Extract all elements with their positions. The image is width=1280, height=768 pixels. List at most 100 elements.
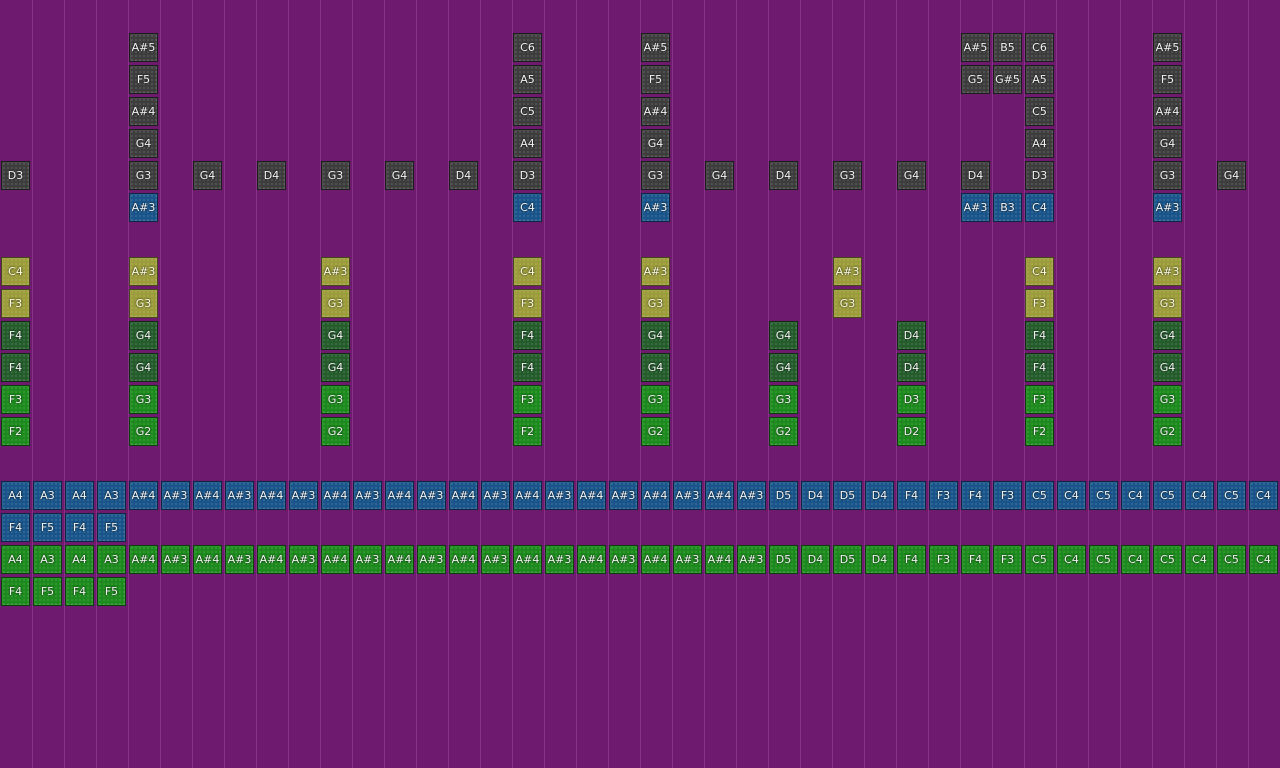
note-cell[interactable]: G3: [129, 385, 158, 414]
note-grid[interactable]: A#5 C6 A#5 A#5 B5 C6 A#5 F5 A5 F5 G5 G#5 A5 F5 A#4 C5 A#…: [0, 0, 1280, 768]
note-cell[interactable]: G4: [769, 353, 798, 382]
note-cell[interactable]: G2: [769, 417, 798, 446]
note-cell[interactable]: D4: [449, 161, 478, 190]
note-cell[interactable]: F4: [1025, 353, 1054, 382]
note-cell[interactable]: A#5: [961, 33, 990, 62]
note-cell[interactable]: D3: [1025, 161, 1054, 190]
note-cell[interactable]: A#4: [385, 481, 414, 510]
note-cell[interactable]: D2: [897, 417, 926, 446]
note-cell[interactable]: C6: [1025, 33, 1054, 62]
note-cell[interactable]: A#4: [257, 481, 286, 510]
note-cell[interactable]: A#4: [193, 481, 222, 510]
note-cell[interactable]: A4: [513, 129, 542, 158]
note-cell[interactable]: A#4: [1153, 97, 1182, 126]
note-cell[interactable]: F3: [929, 481, 958, 510]
note-cell[interactable]: F4: [1, 321, 30, 350]
note-cell[interactable]: G3: [129, 161, 158, 190]
note-cell[interactable]: F4: [961, 545, 990, 574]
note-cell[interactable]: F4: [65, 513, 94, 542]
note-cell[interactable]: C5: [1025, 481, 1054, 510]
note-cell[interactable]: G3: [769, 385, 798, 414]
note-cell[interactable]: G4: [385, 161, 414, 190]
note-cell[interactable]: D3: [897, 385, 926, 414]
note-cell[interactable]: F3: [929, 545, 958, 574]
note-cell[interactable]: A#3: [225, 481, 254, 510]
note-cell[interactable]: A#4: [513, 481, 542, 510]
note-cell[interactable]: C4: [513, 257, 542, 286]
note-cell[interactable]: A#4: [193, 545, 222, 574]
note-cell[interactable]: D3: [1, 161, 30, 190]
note-cell[interactable]: C5: [513, 97, 542, 126]
note-cell[interactable]: C5: [1089, 545, 1118, 574]
note-cell[interactable]: G2: [321, 417, 350, 446]
note-cell[interactable]: C4: [1025, 193, 1054, 222]
note-cell[interactable]: G2: [1153, 417, 1182, 446]
note-cell[interactable]: A#4: [577, 545, 606, 574]
note-cell[interactable]: A#3: [737, 481, 766, 510]
note-cell[interactable]: C4: [1121, 481, 1150, 510]
note-cell[interactable]: B5: [993, 33, 1022, 62]
note-cell[interactable]: C4: [1, 257, 30, 286]
note-cell[interactable]: F2: [513, 417, 542, 446]
note-cell[interactable]: A#3: [641, 257, 670, 286]
note-cell[interactable]: G3: [321, 289, 350, 318]
note-cell[interactable]: A#5: [1153, 33, 1182, 62]
note-cell[interactable]: C4: [1249, 545, 1278, 574]
note-cell[interactable]: A#3: [161, 481, 190, 510]
note-cell[interactable]: A#5: [129, 33, 158, 62]
note-cell[interactable]: G4: [705, 161, 734, 190]
note-cell[interactable]: F3: [1025, 385, 1054, 414]
note-cell[interactable]: B3: [993, 193, 1022, 222]
note-cell[interactable]: F4: [897, 545, 926, 574]
note-cell[interactable]: A#3: [321, 257, 350, 286]
note-cell[interactable]: C4: [513, 193, 542, 222]
note-cell[interactable]: A#3: [129, 193, 158, 222]
note-cell[interactable]: F5: [97, 577, 126, 606]
note-cell[interactable]: G3: [321, 161, 350, 190]
note-cell[interactable]: G4: [129, 353, 158, 382]
note-cell[interactable]: A3: [33, 545, 62, 574]
note-cell[interactable]: F4: [513, 321, 542, 350]
note-cell[interactable]: A#4: [641, 97, 670, 126]
note-cell[interactable]: D5: [769, 481, 798, 510]
note-cell[interactable]: A4: [1, 481, 30, 510]
note-cell[interactable]: A#3: [545, 545, 574, 574]
note-cell[interactable]: G3: [833, 289, 862, 318]
note-cell[interactable]: A#4: [129, 97, 158, 126]
note-cell[interactable]: G4: [1153, 321, 1182, 350]
note-cell[interactable]: G3: [641, 289, 670, 318]
note-cell[interactable]: D4: [801, 545, 830, 574]
note-cell[interactable]: A#3: [417, 545, 446, 574]
note-cell[interactable]: A#3: [481, 481, 510, 510]
note-cell[interactable]: G5: [961, 65, 990, 94]
note-cell[interactable]: A#4: [385, 545, 414, 574]
note-cell[interactable]: C4: [1025, 257, 1054, 286]
note-cell[interactable]: G4: [1217, 161, 1246, 190]
note-cell[interactable]: C5: [1089, 481, 1118, 510]
note-cell[interactable]: A#4: [449, 481, 478, 510]
note-cell[interactable]: A#3: [609, 545, 638, 574]
note-cell[interactable]: A#4: [321, 545, 350, 574]
note-cell[interactable]: G3: [641, 385, 670, 414]
note-cell[interactable]: A#3: [353, 481, 382, 510]
note-cell[interactable]: C6: [513, 33, 542, 62]
note-cell[interactable]: D4: [961, 161, 990, 190]
note-cell[interactable]: G4: [1153, 129, 1182, 158]
note-cell[interactable]: D4: [897, 353, 926, 382]
note-cell[interactable]: D4: [865, 545, 894, 574]
note-cell[interactable]: F4: [65, 577, 94, 606]
note-cell[interactable]: A4: [65, 481, 94, 510]
note-cell[interactable]: A#3: [673, 481, 702, 510]
note-cell[interactable]: A#3: [1153, 193, 1182, 222]
note-cell[interactable]: G4: [321, 353, 350, 382]
note-cell[interactable]: A#4: [705, 481, 734, 510]
note-cell[interactable]: A#4: [705, 545, 734, 574]
note-cell[interactable]: G3: [1153, 385, 1182, 414]
note-cell[interactable]: D5: [769, 545, 798, 574]
note-cell[interactable]: F5: [641, 65, 670, 94]
note-cell[interactable]: C4: [1057, 481, 1086, 510]
note-cell[interactable]: A#4: [129, 545, 158, 574]
note-cell[interactable]: C4: [1121, 545, 1150, 574]
note-cell[interactable]: F5: [97, 513, 126, 542]
note-cell[interactable]: D4: [865, 481, 894, 510]
